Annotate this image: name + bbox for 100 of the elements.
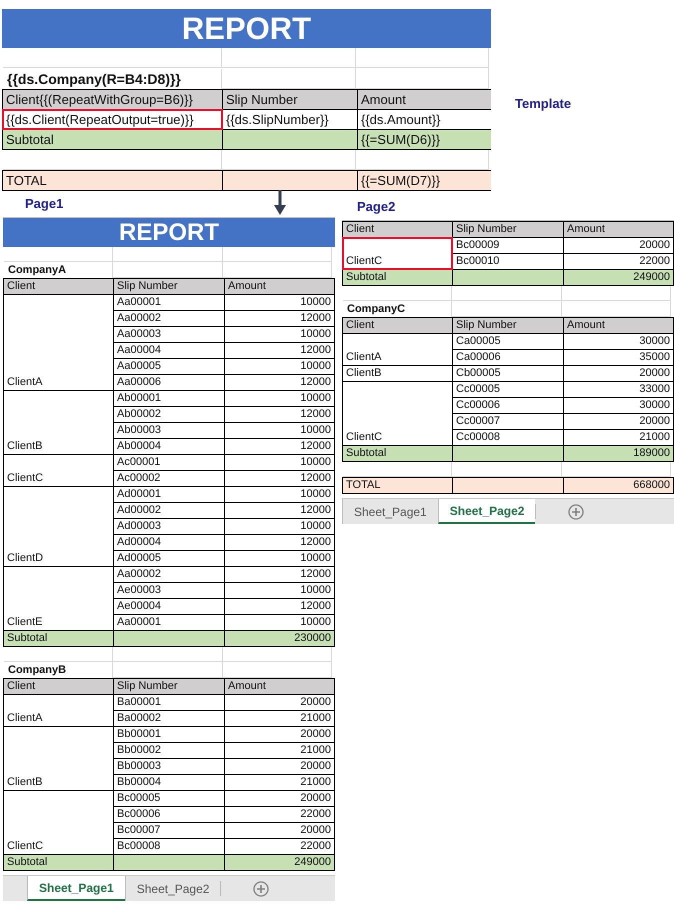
table-cell: Ad00003 [114,519,224,534]
table-cell: Aa00004 [114,343,224,358]
table-cell: 10000 [225,455,334,470]
table-cell: Cb00005 [453,366,563,381]
header-cell: Amount [358,90,491,109]
header-cell: Slip Number [114,279,224,294]
table-cell: 30000 [564,398,673,413]
table-cell: Bc00010 [453,254,563,269]
table-cell: Ae00003 [114,583,224,598]
table-cell: {{ds.Amount}} [358,110,491,129]
table-cell: 12000 [225,311,334,326]
table-cell: 12000 [225,471,334,486]
table-cell: Bb00003 [114,759,224,774]
table-cell: Cc00006 [453,398,563,413]
table-cell: Subtotal [343,446,452,461]
table-cell: Ab00002 [114,407,224,422]
table-cell: Bc00005 [114,791,224,806]
table-cell: 21000 [225,711,334,726]
table-cell: 12000 [225,599,334,614]
table-cell: Ab00004 [114,439,224,454]
table-cell: Ba00001 [114,695,224,710]
table-cell: Ab00001 [114,391,224,406]
sheet-tab[interactable]: Sheet_Page1 [27,876,125,901]
header-cell: Amount [564,222,673,237]
table-cell: Ad00002 [114,503,224,518]
table-cell: ClientB [343,366,452,381]
table-cell: 22000 [225,839,334,854]
table-cell: Ca00006 [453,350,563,365]
header-cell: Client [343,222,452,237]
table-cell: Aa00002 [114,567,224,582]
table-cell: 30000 [564,334,673,349]
table-cell: Bb00004 [114,775,224,790]
table-cell: 20000 [225,759,334,774]
table-cell: 20000 [225,791,334,806]
table-cell: Ad00004 [114,535,224,550]
table-cell: 12000 [225,343,334,358]
table-cell: TOTAL [343,478,452,493]
table-cell: ClientD [4,487,113,566]
table-cell: Cc00008 [453,430,563,445]
down-arrow [274,190,286,216]
add-sheet-icon[interactable] [568,504,584,520]
table-cell: 21000 [225,775,334,790]
table-cell: 189000 [564,446,673,461]
table-cell: 12000 [225,439,334,454]
table-cell: Bc00006 [114,807,224,822]
table-cell: Ae00004 [114,599,224,614]
table-cell: 10000 [225,551,334,566]
table-cell: Ac00001 [114,455,224,470]
table-cell: 230000 [225,631,334,646]
table-cell: Bb00001 [114,727,224,742]
table-cell: 10000 [225,359,334,374]
table-cell: 12000 [225,407,334,422]
table-cell: Cc00007 [453,414,563,429]
table-cell: Subtotal [4,631,113,646]
table-cell: 22000 [225,807,334,822]
table-cell: Subtotal [3,130,222,149]
table-cell: Subtotal [343,270,452,285]
table-cell: ClientA [343,334,452,365]
header-cell: Slip Number [223,90,357,109]
table-cell: 20000 [564,238,673,253]
table-cell: 10000 [225,391,334,406]
table-cell: 10000 [225,295,334,310]
table-cell: 21000 [225,743,334,758]
report-title: REPORT [2,9,491,48]
header-cell: Client [4,279,113,294]
add-sheet-icon[interactable] [253,880,270,896]
table-cell: Bc00007 [114,823,224,838]
header-cell: Client [4,679,113,694]
table-cell: 10000 [225,487,334,502]
table-cell: 249000 [225,855,334,870]
table-cell: Aa00006 [114,375,224,390]
header-cell: Slip Number [453,318,563,333]
table-cell: 20000 [225,695,334,710]
table-cell: 249000 [564,270,673,285]
table-cell: ClientC [4,791,113,854]
table-cell: ClientC [343,382,452,445]
report-title: REPORT [3,218,335,247]
table-cell: ClientB [4,391,113,454]
table-cell: TOTAL [3,171,222,190]
table-cell: 10000 [225,519,334,534]
table-cell: 20000 [225,727,334,742]
table-cell: ClientA [4,295,113,390]
table-cell: 35000 [564,350,673,365]
header-cell: Amount [225,679,334,694]
table-cell: Bc00008 [114,839,224,854]
table-cell: ClientB [4,727,113,790]
table-cell: Ad00001 [114,487,224,502]
header-cell: Slip Number [453,222,563,237]
table-cell: 12000 [225,375,334,390]
table-cell: ClientE [4,567,113,630]
table-cell: Aa00002 [114,311,224,326]
table-cell: 21000 [564,430,673,445]
table-cell: 33000 [564,382,673,397]
header-cell: Slip Number [114,679,224,694]
table-cell: Ca00005 [453,334,563,349]
table-cell: 10000 [225,423,334,438]
sheet-tab[interactable]: Sheet_Page2 [438,499,536,524]
table-cell: {{ds.SlipNumber}} [223,110,357,129]
section-label: Template [515,96,572,111]
table-cell: {{ds.Client(RepeatOutput=true)}} [3,110,222,129]
